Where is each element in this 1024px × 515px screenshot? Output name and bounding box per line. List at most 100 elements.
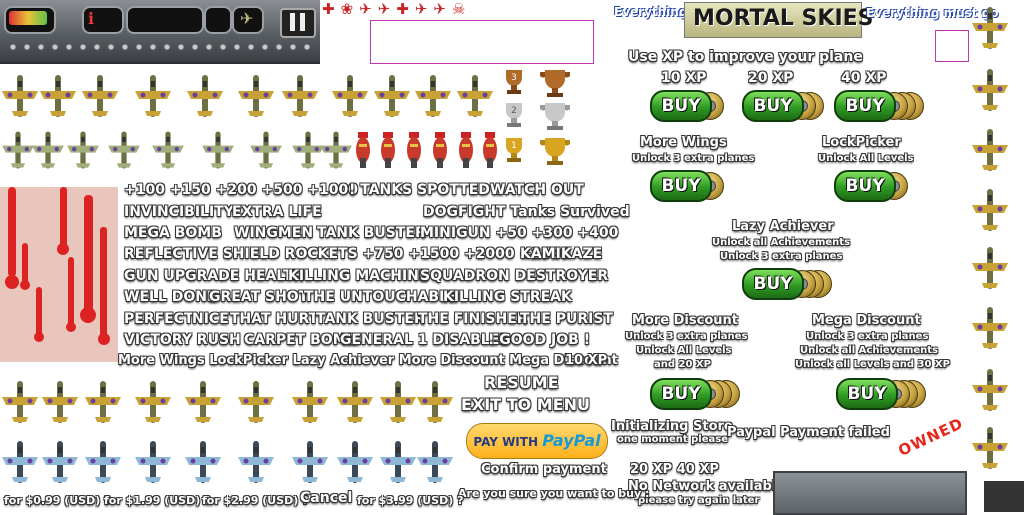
blood-splat [0,187,118,362]
plane-icon [236,436,276,488]
buy-lockpicker-button[interactable]: BUY [834,166,920,202]
message-general-disabled: GENERAL 1 DISABLED [340,332,511,348]
buy-40xp-button[interactable]: BUY [834,86,924,122]
bomb-icon [378,130,398,174]
lockpicker-title: LockPicker [822,135,901,150]
trophy-icon [538,136,572,166]
plane-icon [0,68,40,124]
plane-icon [970,182,1010,238]
plane-icon [335,436,375,488]
message-killing-machine: KILLING MACHINE [288,268,429,284]
plane-icon [970,300,1010,356]
trophy-icon [538,68,572,98]
hud-bar: ℹ ✈ [0,0,320,64]
message-dogfight: DOGFIGHT Tanks Survived [423,204,630,220]
mega-discount-title: Mega Discount [812,313,921,328]
plane-icon [0,374,40,430]
bomb-icon [404,130,424,174]
plane-icon [80,68,120,124]
price-099: for $0.99 (USD) ? [4,494,111,507]
message-well-done: WELL DONE [124,289,217,305]
message-invincibility: INVINCIBILITY [124,204,234,220]
health-icon: ℹ [88,9,95,28]
confirm-payment[interactable]: Confirm payment [481,462,607,477]
more-wings-desc: Unlock 3 extra planes [632,153,755,164]
bomb-icon [353,130,373,174]
plane-icon [280,68,320,124]
message-that-hurt: THAT HURT [230,311,319,327]
message-squadron-destroyer: SQUADRON DESTROYER [420,268,609,284]
message-watch-out: WATCH OUT [490,182,584,198]
dark-tile [984,481,1024,512]
plane-icon [236,68,276,124]
buy-more-wings-button[interactable]: BUY [650,166,736,202]
svg-text:3: 3 [511,73,517,83]
tier-40xp: 40 XP [841,70,887,86]
buy-more-discount-button[interactable]: BUY [650,374,740,410]
plane-icon [415,374,455,430]
plane-icon [133,68,173,124]
message-finisher: THE FINISHER [418,311,528,327]
trophy-icon: 2 [500,101,528,129]
message-wingmen: WINGMEN [234,225,314,241]
plane-icon [335,374,375,430]
plane-icon [372,68,412,124]
buy-mega-discount-button[interactable]: BUY [836,374,926,410]
bomb-icon [480,130,500,174]
lockpicker-desc: Unlock All Levels [818,153,914,164]
message-purist: THE PURIST [520,311,613,327]
message-tanks-spotted: ! TANKS SPOTTED ! [349,182,502,198]
paypal-failed: Paypal Payment failed [727,425,890,440]
plane-icon [970,240,1010,296]
are-you-sure: Are you sure you want to buy : [458,487,650,500]
paypal-button[interactable]: PAY WITH PayPal [466,423,608,459]
plane-icon [65,128,101,172]
initializing-store: Initializing Store [611,419,733,434]
lazy-achiever-desc-1: Unlock all Achievements [712,237,851,248]
cancel-button[interactable]: Cancel [300,490,352,506]
plane-icon [290,436,330,488]
plane-slot: ✈ [232,6,264,34]
buy-10xp-button[interactable]: BUY [650,86,736,122]
price-199: for $1.99 (USD) ? [104,494,211,507]
plane-icon [106,128,142,172]
resume-button[interactable]: RESUME [484,373,559,392]
trophy-icon: 3 [500,68,528,96]
message-great-shot: GREAT SHOT [209,289,309,305]
message-kamikaze: KAMIKAZE [520,246,603,262]
exit-to-menu-button[interactable]: EXIT TO MENU [461,395,590,414]
plane-icon [38,68,78,124]
no-network: No Network available [628,479,786,494]
buy-20xp-button[interactable]: BUY [742,86,828,122]
try-later: please try again later [638,495,760,506]
trophy-icon [538,101,572,131]
bomb-icon [430,130,450,174]
message-10xp: 10 XP [565,353,608,368]
score-slot [126,6,204,34]
plane-icon [290,374,330,430]
message-victory-rush: VICTORY RUSH [124,332,241,348]
one-moment-please: one moment please [617,434,728,445]
buy-lazy-achiever-button[interactable]: BUY [742,264,832,300]
message-minigun: MINIGUN +50 +300 +400 [420,225,619,241]
message-reflective-shield: REFLECTIVE SHIELD ROCKETS +750 +1500 +20… [124,246,571,262]
plane-icon [150,128,186,172]
plane-icon [83,436,123,488]
pause-button[interactable] [280,8,316,38]
bomb-slot [204,6,232,34]
plane-icon [970,62,1010,118]
lazy-achiever-title: Lazy Achiever [732,219,834,234]
price-299: for $2.99 (USD) ? [202,494,309,507]
svg-text:1: 1 [511,141,517,151]
plane-icon [83,374,123,430]
plane-icon [183,374,223,430]
title-plate: MORTAL SKIES [684,2,874,38]
plane-icon [248,128,284,172]
more-wings-title: More Wings [640,135,727,150]
svg-text:2: 2 [511,106,517,116]
mega-discount-desc-3: Unlock all Levels and 30 XP [795,359,950,370]
lazy-achiever-desc-2: Unlock 3 extra planes [720,251,843,262]
plane-icon [413,68,453,124]
message-mega-bomb: MEGA BOMB [124,225,222,241]
xp-pair: 20 XP 40 XP [630,462,719,477]
